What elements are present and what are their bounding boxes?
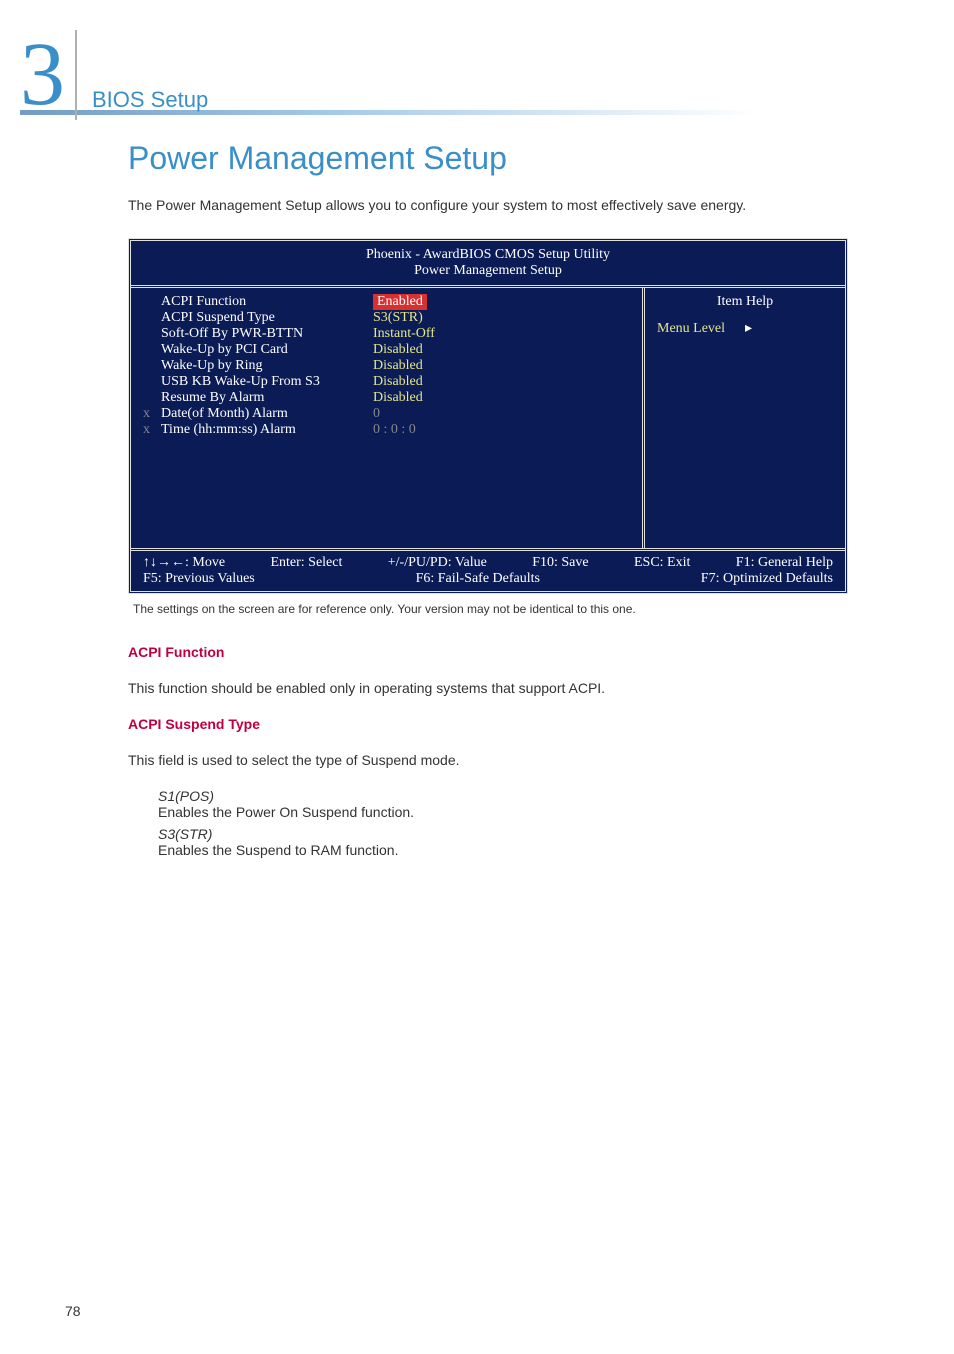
footer-prev: F5: Previous Values (143, 571, 255, 587)
bios-footer: ↑↓→←: Move Enter: Select +/-/PU/PD: Valu… (131, 548, 845, 591)
bios-left-pane: ACPI FunctionEnabled ACPI Suspend TypeS3… (131, 288, 645, 548)
bios-row-value: Disabled (373, 358, 423, 374)
footer-select: Enter: Select (270, 555, 342, 571)
chapter-number: 3 (20, 30, 77, 120)
bios-row-value: Disabled (373, 374, 423, 390)
screenshot-caption: The settings on the screen are for refer… (128, 602, 864, 616)
section-name: BIOS Setup (77, 37, 208, 113)
s1-text: Enables the Power On Suspend function. (158, 804, 864, 820)
bios-title: Phoenix - AwardBIOS CMOS Setup Utility P… (131, 241, 845, 288)
bios-right-pane: Item Help Menu Level▸ (645, 288, 845, 548)
bios-title-line1: Phoenix - AwardBIOS CMOS Setup Utility (131, 247, 845, 263)
bios-screenshot: Phoenix - AwardBIOS CMOS Setup Utility P… (128, 238, 848, 594)
bios-row-value: Disabled (373, 390, 423, 406)
item-help-label: Item Help (657, 294, 833, 310)
bios-row-value: 0 (373, 406, 380, 422)
footer-exit: ESC: Exit (634, 555, 690, 571)
acpi-suspend-text: This field is used to select the type of… (128, 752, 864, 768)
s3-title: S3(STR) (158, 826, 864, 842)
bios-row-label: Wake-Up by PCI Card (143, 342, 373, 358)
footer-optimized: F7: Optimized Defaults (701, 571, 833, 587)
bios-row-label: xDate(of Month) Alarm (143, 406, 373, 422)
heading-acpi-suspend-type: ACPI Suspend Type (128, 716, 864, 732)
bios-row-value: 0 : 0 : 0 (373, 422, 416, 438)
footer-save: F10: Save (532, 555, 588, 571)
bios-row-value: Disabled (373, 342, 423, 358)
page-title: Power Management Setup (128, 140, 864, 177)
page-number: 78 (65, 1303, 81, 1319)
footer-move: ↑↓→←: Move (143, 555, 225, 571)
footer-failsafe: F6: Fail-Safe Defaults (416, 571, 540, 587)
s1-title: S1(POS) (158, 788, 864, 804)
bios-row-value: S3(STR) (373, 310, 423, 326)
bios-row-label: Soft-Off By PWR-BTTN (143, 326, 373, 342)
intro-paragraph: The Power Management Setup allows you to… (128, 197, 864, 213)
bios-title-line2: Power Management Setup (131, 263, 845, 279)
bios-row-label: ACPI Suspend Type (143, 310, 373, 326)
arrow-right-icon: ▸ (745, 321, 752, 336)
bios-row-label: Wake-Up by Ring (143, 358, 373, 374)
footer-help: F1: General Help (736, 555, 833, 571)
bios-row-value: Instant-Off (373, 326, 435, 342)
bios-row-label: xTime (hh:mm:ss) Alarm (143, 422, 373, 438)
menu-level-label: Menu Level▸ (657, 320, 833, 337)
bios-row-label: ACPI Function (143, 294, 373, 310)
bios-row-value: Enabled (373, 294, 427, 310)
bios-row-label: Resume By Alarm (143, 390, 373, 406)
footer-value: +/-/PU/PD: Value (388, 555, 487, 571)
bios-row-label: USB KB Wake-Up From S3 (143, 374, 373, 390)
heading-acpi-function: ACPI Function (128, 644, 864, 660)
acpi-function-text: This function should be enabled only in … (128, 680, 864, 696)
s3-text: Enables the Suspend to RAM function. (158, 842, 864, 858)
